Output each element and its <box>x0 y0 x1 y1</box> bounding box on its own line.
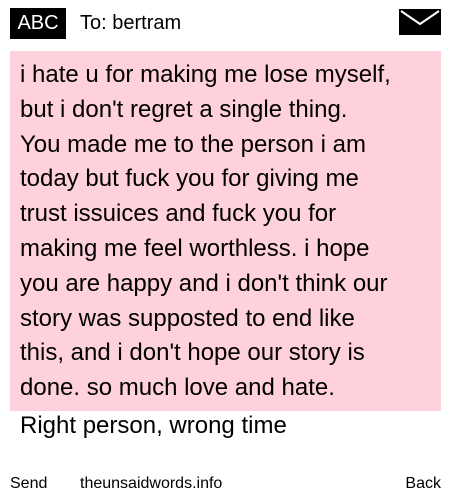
message-line: making me feel worthless. i hope <box>20 234 370 262</box>
message-line: today but fuck you for giving me <box>20 165 359 193</box>
send-button[interactable]: Send <box>10 474 47 494</box>
message-line: story was supposted to end like <box>20 304 355 332</box>
message-line: this, and i don't hope our story is <box>20 339 365 367</box>
text-mode-badge[interactable]: ABC <box>10 8 66 39</box>
message-text: i hate u for making me lose myself, but … <box>20 58 432 406</box>
message-line: You made me to the person i am <box>20 130 366 158</box>
message-line: trust issuices and fuck you for <box>20 200 337 228</box>
message-header: ABC To: bertram <box>0 0 450 44</box>
envelope-icon[interactable] <box>399 9 441 35</box>
message-line: you are happy and i don't think our <box>20 269 388 297</box>
message-signoff: Right person, wrong time <box>20 412 287 439</box>
recipient-field: To: bertram <box>80 12 182 34</box>
back-button[interactable]: Back <box>405 474 441 494</box>
message-line: but i don't regret a single thing. <box>20 95 348 123</box>
message-body: i hate u for making me lose myself, but … <box>10 51 441 411</box>
message-line: done. so much love and hate. <box>20 374 335 402</box>
site-link[interactable]: theunsaidwords.info <box>80 474 222 494</box>
message-line: i hate u for making me lose myself, <box>20 61 391 88</box>
